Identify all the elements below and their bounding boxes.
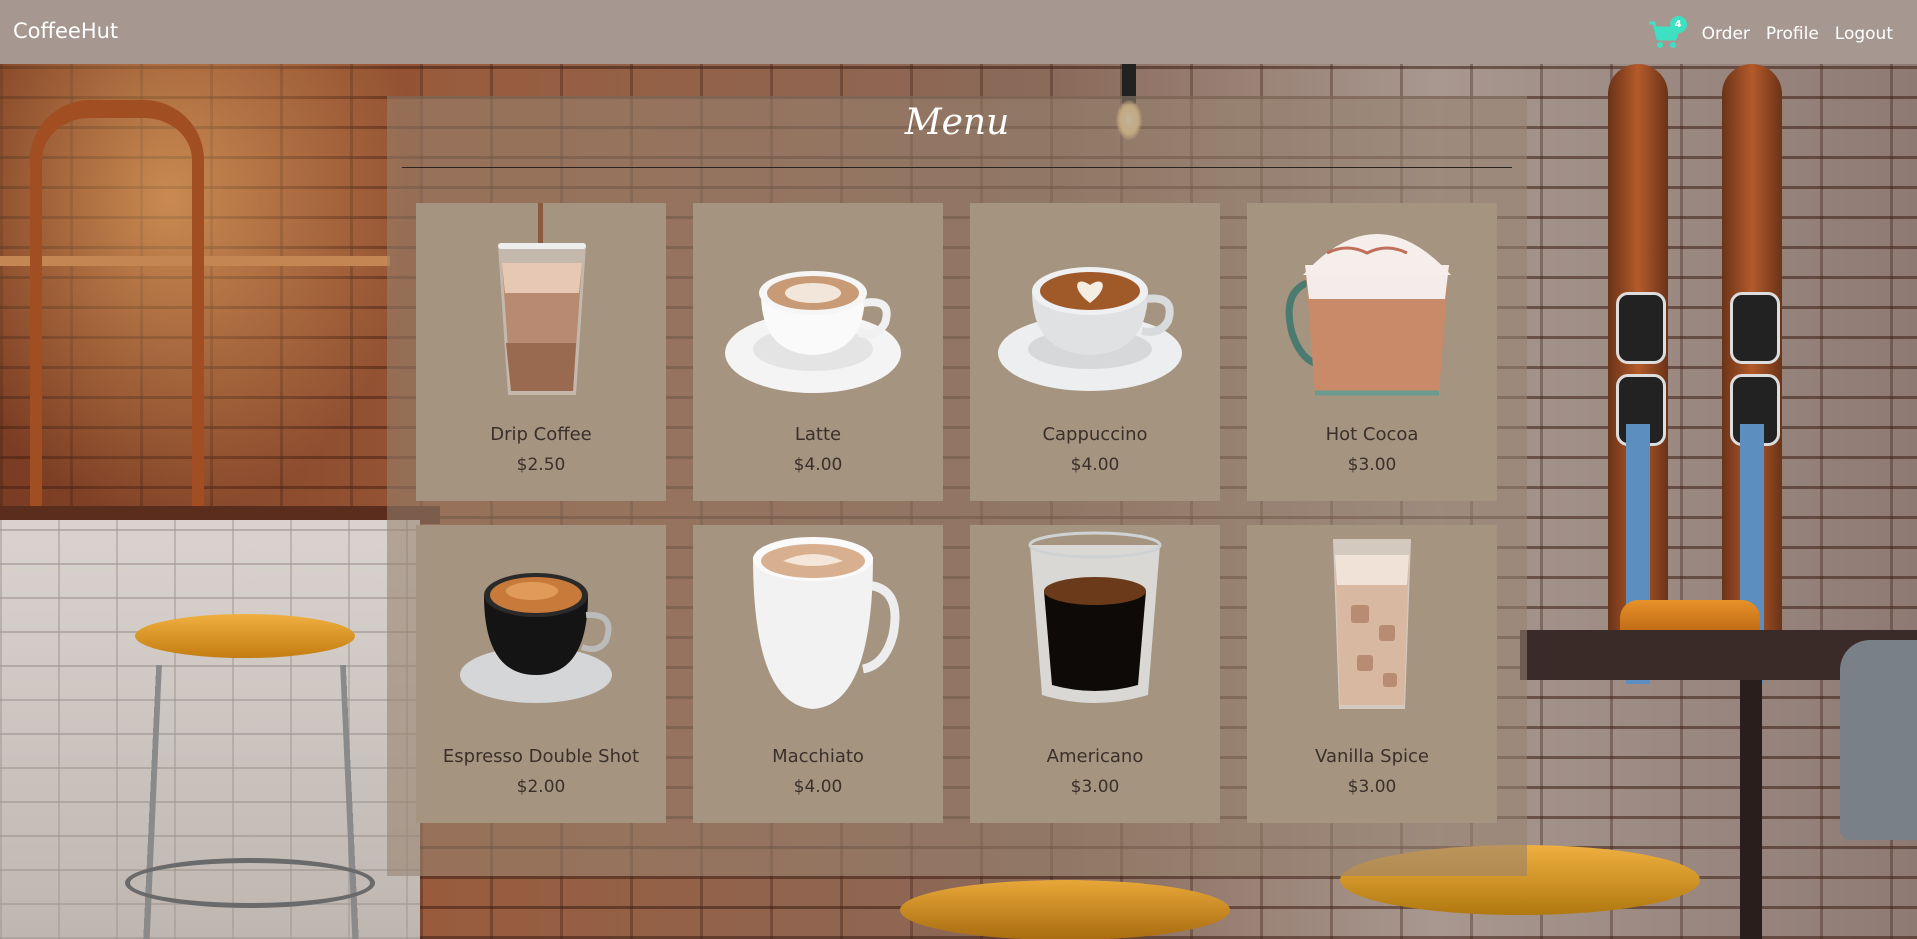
menu-title: Menu: [904, 102, 1010, 143]
item-price: $2.50: [516, 455, 566, 475]
item-name: Latte: [794, 424, 842, 445]
item-name: Vanilla Spice: [1315, 746, 1429, 767]
menu-card-cappuccino[interactable]: Cappuccino $4.00: [970, 203, 1220, 501]
hot-cocoa-mug-icon: [1267, 203, 1477, 403]
iced-vanilla-glass-icon: [1267, 525, 1477, 725]
cart-count-badge: 4: [1669, 16, 1687, 33]
menu-card-vanilla-spice[interactable]: Vanilla Spice $3.00: [1247, 525, 1497, 823]
menu-panel: Menu Drip Coffee $2.50 Latte $4.00 Cappu…: [387, 96, 1527, 876]
espresso-cup-icon: [436, 525, 646, 725]
cart-button[interactable]: 4: [1648, 16, 1687, 52]
nav-links: 4 Order Profile Logout: [1648, 16, 1893, 52]
item-price: $4.00: [793, 455, 843, 475]
macchiato-mug-icon: [713, 525, 923, 725]
item-price: $3.00: [1347, 455, 1397, 475]
americano-glass-icon: [990, 525, 1200, 725]
item-price: $4.00: [793, 777, 843, 797]
cappuccino-cup-icon: [990, 203, 1200, 403]
item-name: Americano: [1046, 746, 1144, 767]
item-name: Cappuccino: [1042, 424, 1148, 445]
latte-cup-icon: [713, 203, 923, 403]
iced-coffee-glass-icon: [436, 203, 646, 403]
nav-logout-link[interactable]: Logout: [1835, 24, 1893, 44]
item-price: $3.00: [1347, 777, 1397, 797]
menu-card-latte[interactable]: Latte $4.00: [693, 203, 943, 501]
nav-order-link[interactable]: Order: [1702, 24, 1750, 44]
item-price: $3.00: [1070, 777, 1120, 797]
menu-card-americano[interactable]: Americano $3.00: [970, 525, 1220, 823]
nav-profile-link[interactable]: Profile: [1766, 24, 1819, 44]
menu-card-macchiato[interactable]: Macchiato $4.00: [693, 525, 943, 823]
item-name: Drip Coffee: [490, 424, 592, 445]
item-name: Espresso Double Shot: [442, 746, 640, 767]
item-price: $2.00: [516, 777, 566, 797]
menu-card-hot-cocoa[interactable]: Hot Cocoa $3.00: [1247, 203, 1497, 501]
brand-logo[interactable]: CoffeeHut: [13, 19, 118, 43]
item-price: $4.00: [1070, 455, 1120, 475]
item-name: Hot Cocoa: [1325, 424, 1419, 445]
menu-divider: [402, 167, 1512, 168]
menu-card-drip-coffee[interactable]: Drip Coffee $2.50: [416, 203, 666, 501]
top-navbar: CoffeeHut 4 Order Profile Logout: [0, 0, 1917, 64]
item-name: Macchiato: [772, 746, 864, 767]
menu-card-espresso-double-shot[interactable]: Espresso Double Shot $2.00: [416, 525, 666, 823]
